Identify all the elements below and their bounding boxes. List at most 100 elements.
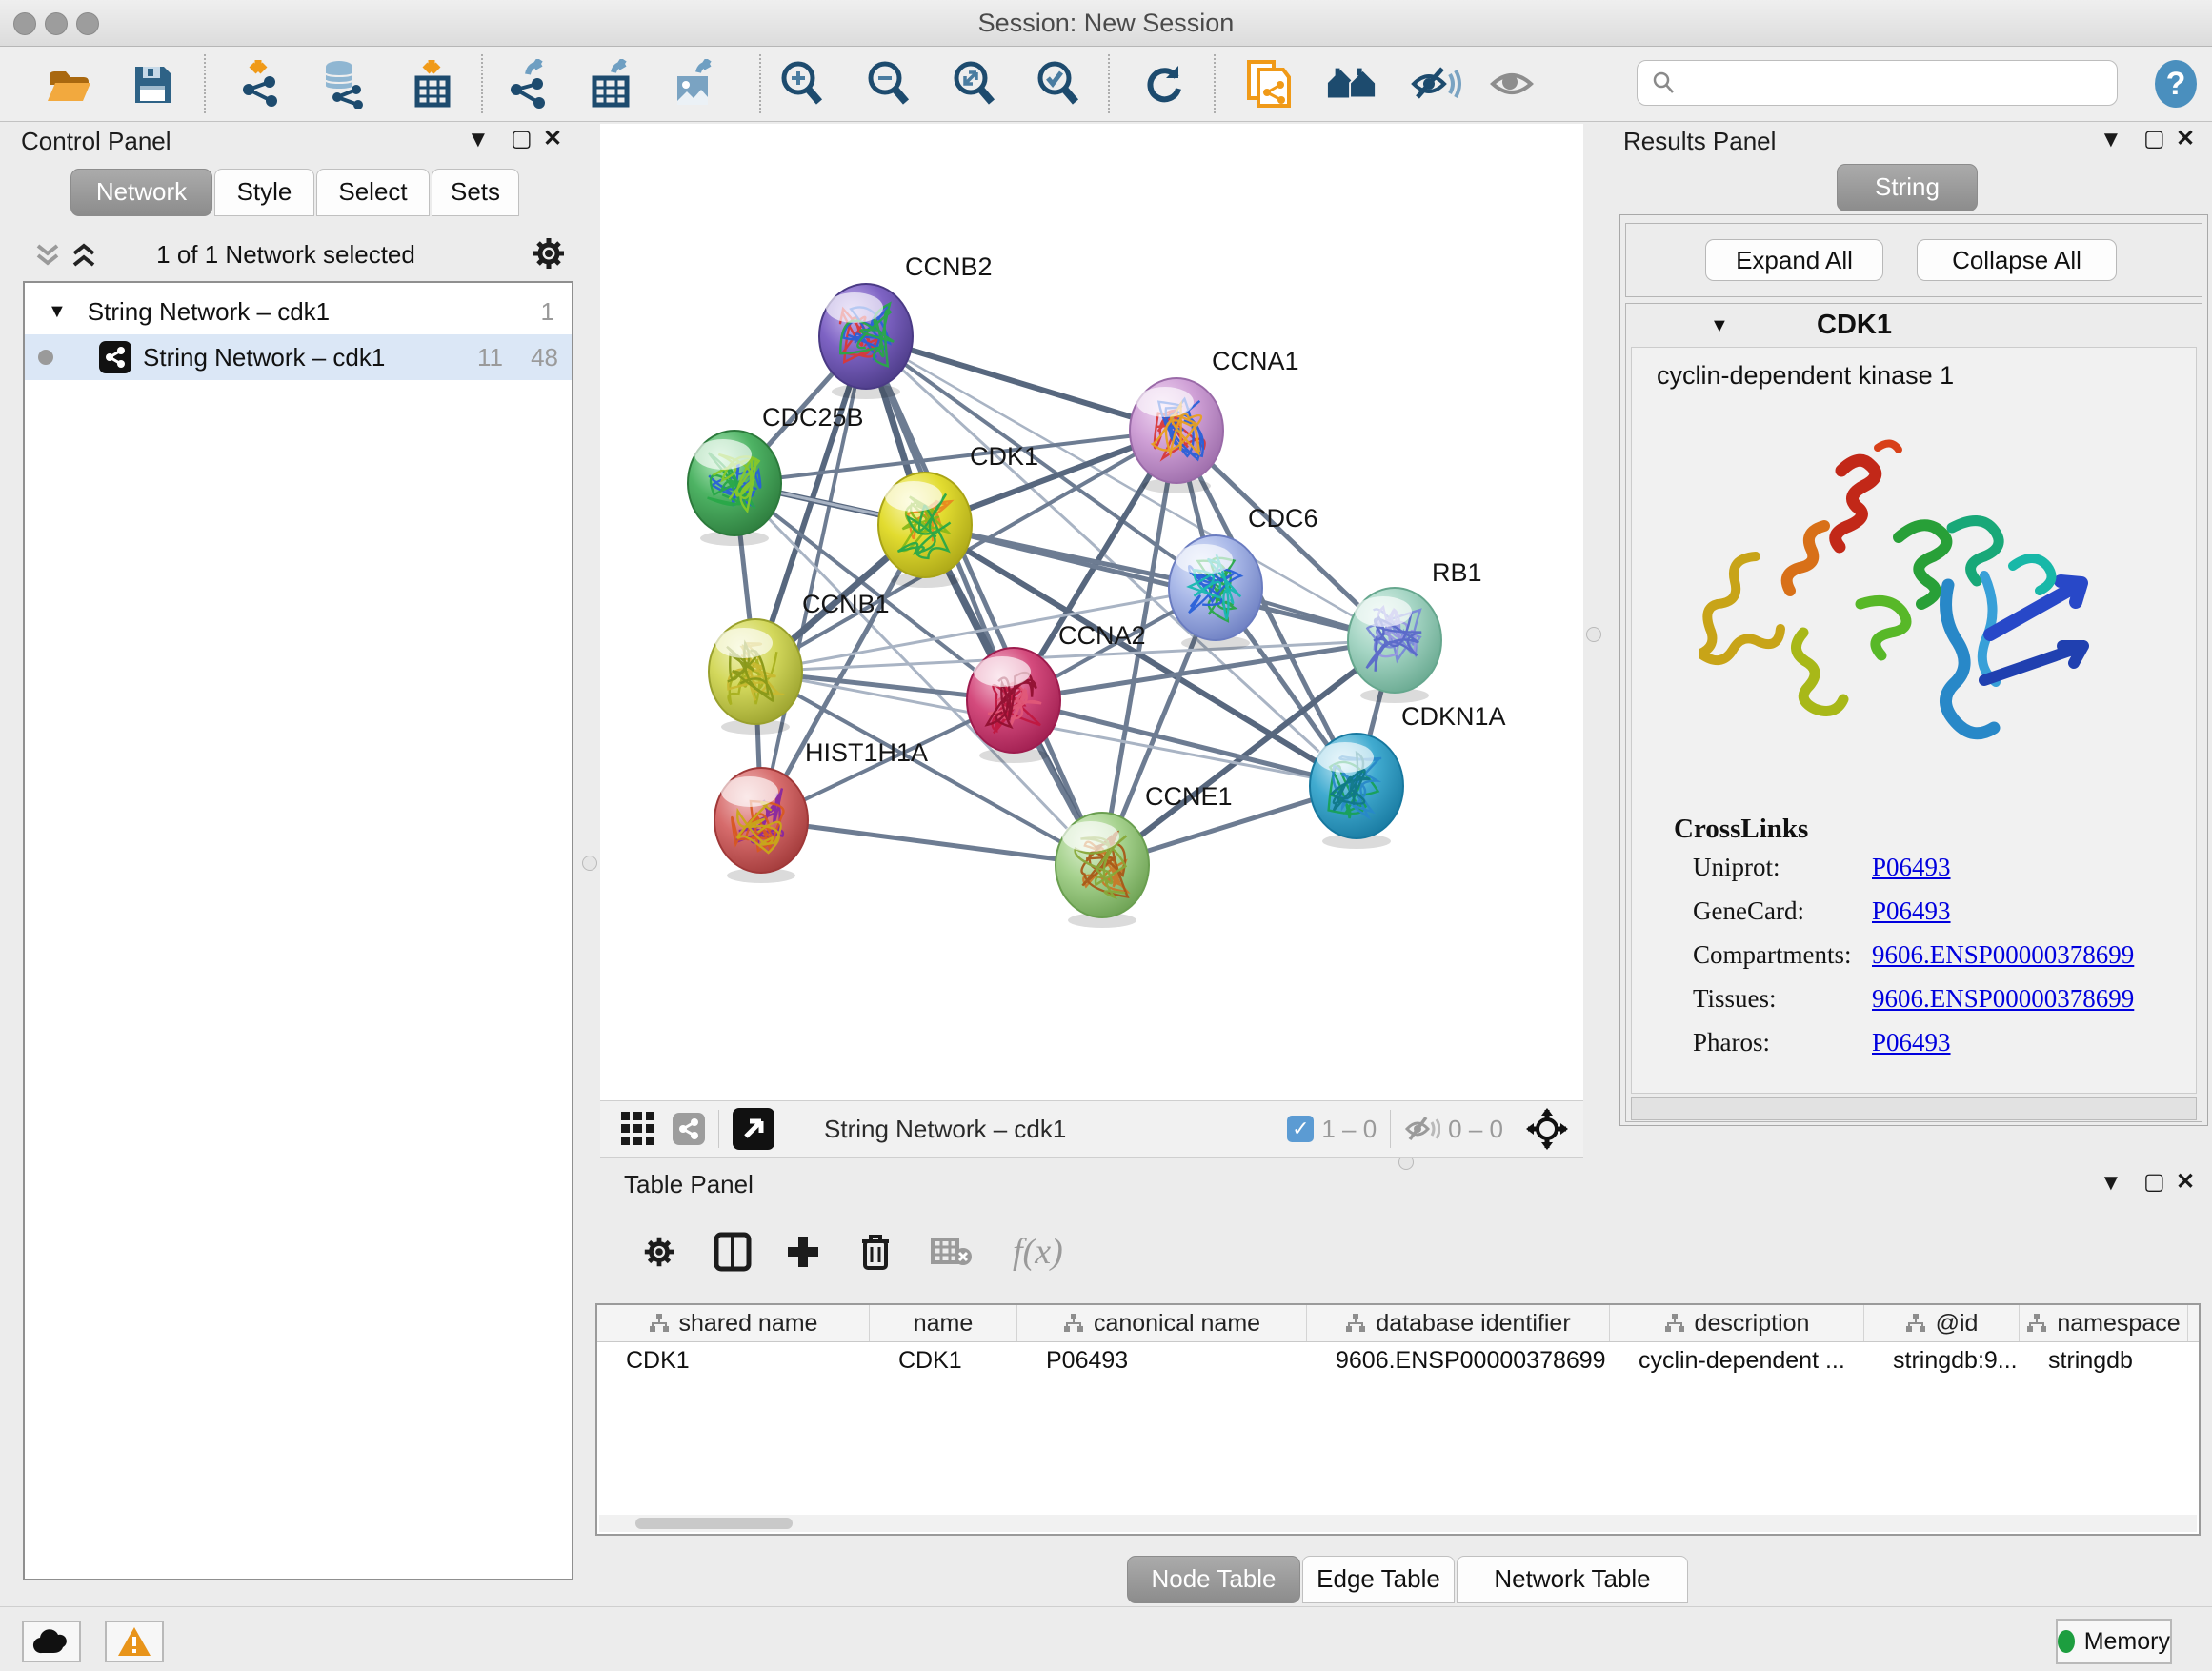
results-panel-close-icon[interactable]: ✕ (2176, 125, 2195, 152)
refresh-layout-icon[interactable] (1138, 58, 1190, 110)
table-cell[interactable]: 9606.ENSP00000378699 (1307, 1342, 1610, 1379)
network-node-cdc25b[interactable] (688, 431, 781, 546)
tab-select[interactable]: Select (316, 169, 430, 216)
node-table[interactable]: shared namenamecanonical namedatabase id… (595, 1303, 2201, 1536)
crosslink-label: GeneCard: (1693, 896, 1804, 926)
right-splitter-handle[interactable] (1586, 627, 1601, 642)
add-column-icon[interactable] (784, 1233, 822, 1271)
network-canvas[interactable]: CCNB2CCNA1CDC25BCDK1CDC6RB1CCNB1CCNA2CDK… (600, 124, 1583, 1100)
crosslink-link[interactable]: P06493 (1872, 1028, 1951, 1057)
column-header-shared-name[interactable]: shared name (597, 1305, 870, 1341)
tab-network[interactable]: Network (70, 169, 212, 216)
column-header-namespace[interactable]: namespace (2020, 1305, 2188, 1341)
import-table-file-icon[interactable] (406, 58, 457, 110)
tree-column-icon (1664, 1314, 1685, 1333)
export-image-icon[interactable] (670, 58, 721, 110)
tab-string-results[interactable]: String (1837, 164, 1978, 211)
selected-checkbox-icon[interactable]: ✓ (1287, 1116, 1314, 1142)
column-header-name[interactable]: name (870, 1305, 1017, 1341)
expand-all-button[interactable]: Expand All (1705, 239, 1883, 281)
network-row-selected[interactable]: String Network – cdk1 11 48 (25, 334, 572, 380)
network-node-ccna1[interactable] (1130, 378, 1223, 493)
tab-node-table[interactable]: Node Table (1127, 1556, 1300, 1603)
tab-edge-table[interactable]: Edge Table (1302, 1556, 1455, 1603)
network-options-gear-icon[interactable] (530, 234, 568, 272)
show-panel-eye-icon[interactable] (1487, 58, 1538, 110)
delete-column-icon[interactable] (858, 1232, 893, 1272)
collapse-all-networks-icon[interactable] (34, 240, 61, 271)
table-panel-menu-icon[interactable]: ▼ (2100, 1170, 2122, 1197)
zoom-selected-icon[interactable] (1033, 58, 1084, 110)
detach-view-icon[interactable] (733, 1108, 774, 1150)
export-network-icon[interactable] (504, 58, 555, 110)
crosslink-link[interactable]: P06493 (1872, 853, 1951, 882)
collection-expand-icon[interactable]: ▼ (48, 301, 67, 323)
results-panel-float-icon[interactable]: ▢ (2143, 125, 2165, 152)
network-node-cdkn1a[interactable] (1310, 734, 1403, 849)
table-options-gear-icon[interactable] (641, 1234, 677, 1270)
network-node-ccne1[interactable] (1056, 813, 1149, 928)
results-scroll-strip[interactable] (1631, 1097, 2197, 1120)
results-panel-menu-icon[interactable]: ▼ (2100, 127, 2122, 153)
table-row[interactable]: CDK1CDK1P064939606.ENSP00000378699cyclin… (597, 1342, 2199, 1379)
save-session-icon[interactable] (127, 58, 178, 110)
grid-view-icon[interactable] (621, 1112, 655, 1146)
import-network-database-icon[interactable] (317, 58, 369, 110)
copy-network-style-icon[interactable] (1243, 58, 1295, 110)
table-cell[interactable]: P06493 (1017, 1342, 1307, 1379)
zoom-fit-icon[interactable] (949, 58, 1000, 110)
table-cell[interactable]: stringdb:9... (1864, 1342, 2020, 1379)
expand-all-networks-icon[interactable] (70, 240, 97, 271)
scrollbar-thumb[interactable] (635, 1518, 793, 1529)
crosslink-link[interactable]: 9606.ENSP00000378699 (1872, 940, 2134, 970)
control-panel-close-icon[interactable]: ✕ (543, 125, 562, 152)
export-table-icon[interactable] (587, 58, 638, 110)
crosslink-link[interactable]: 9606.ENSP00000378699 (1872, 984, 2134, 1014)
table-cell[interactable]: stringdb (2020, 1342, 2188, 1379)
column-header-@id[interactable]: @id (1864, 1305, 2020, 1341)
collapse-all-button[interactable]: Collapse All (1917, 239, 2117, 281)
network-share-view-icon[interactable] (673, 1113, 705, 1145)
network-node-ccnb1[interactable] (709, 619, 802, 735)
table-cell[interactable]: cyclin-dependent ... (1610, 1342, 1864, 1379)
table-cell[interactable]: CDK1 (870, 1342, 1017, 1379)
svg-text:?: ? (2166, 66, 2186, 102)
column-header-canonical-name[interactable]: canonical name (1017, 1305, 1307, 1341)
zoom-out-icon[interactable] (863, 58, 915, 110)
column-header-database-identifier[interactable]: database identifier (1307, 1305, 1610, 1341)
memory-button[interactable]: Memory (2056, 1619, 2172, 1664)
table-cell[interactable]: CDK1 (597, 1342, 870, 1379)
tab-sets[interactable]: Sets (432, 169, 519, 216)
network-edge[interactable] (866, 336, 1102, 865)
network-node-cdk1[interactable] (878, 473, 972, 588)
network-collection-row[interactable]: ▼ String Network – cdk1 1 (25, 289, 572, 334)
help-icon[interactable]: ? (2150, 58, 2202, 110)
table-horizontal-scrollbar[interactable] (599, 1515, 2197, 1532)
cdk1-collapse-icon[interactable]: ▼ (1710, 315, 1729, 337)
pan-crosshair-icon[interactable] (1526, 1108, 1568, 1150)
tab-network-table[interactable]: Network Table (1457, 1556, 1688, 1603)
warnings-button[interactable] (105, 1621, 164, 1662)
control-panel-float-icon[interactable]: ▢ (511, 125, 533, 152)
search-field[interactable] (1637, 60, 2118, 106)
cloud-button[interactable] (22, 1621, 81, 1662)
table-panel-close-icon[interactable]: ✕ (2176, 1168, 2195, 1196)
crosslink-link[interactable]: P06493 (1872, 896, 1951, 926)
column-header-description[interactable]: description (1610, 1305, 1864, 1341)
import-network-file-icon[interactable] (235, 58, 287, 110)
control-panel-menu-icon[interactable]: ▼ (467, 127, 490, 153)
show-columns-icon[interactable] (714, 1232, 752, 1272)
table-panel-float-icon[interactable]: ▢ (2143, 1168, 2165, 1196)
open-session-icon[interactable] (43, 58, 94, 110)
network-node-hist1h1a[interactable] (714, 768, 808, 883)
hide-panel-eye-icon[interactable] (1410, 58, 1461, 110)
zoom-in-icon[interactable] (776, 58, 828, 110)
network-node-rb1[interactable] (1348, 588, 1441, 703)
home-style-icon[interactable] (1326, 58, 1377, 110)
left-splitter-handle[interactable] (582, 856, 597, 871)
network-node-ccnb2[interactable] (819, 284, 913, 399)
tab-style[interactable]: Style (214, 169, 314, 216)
network-node-ccna2[interactable] (967, 648, 1060, 763)
network-edge[interactable] (866, 336, 1176, 431)
network-edge[interactable] (761, 820, 1102, 865)
